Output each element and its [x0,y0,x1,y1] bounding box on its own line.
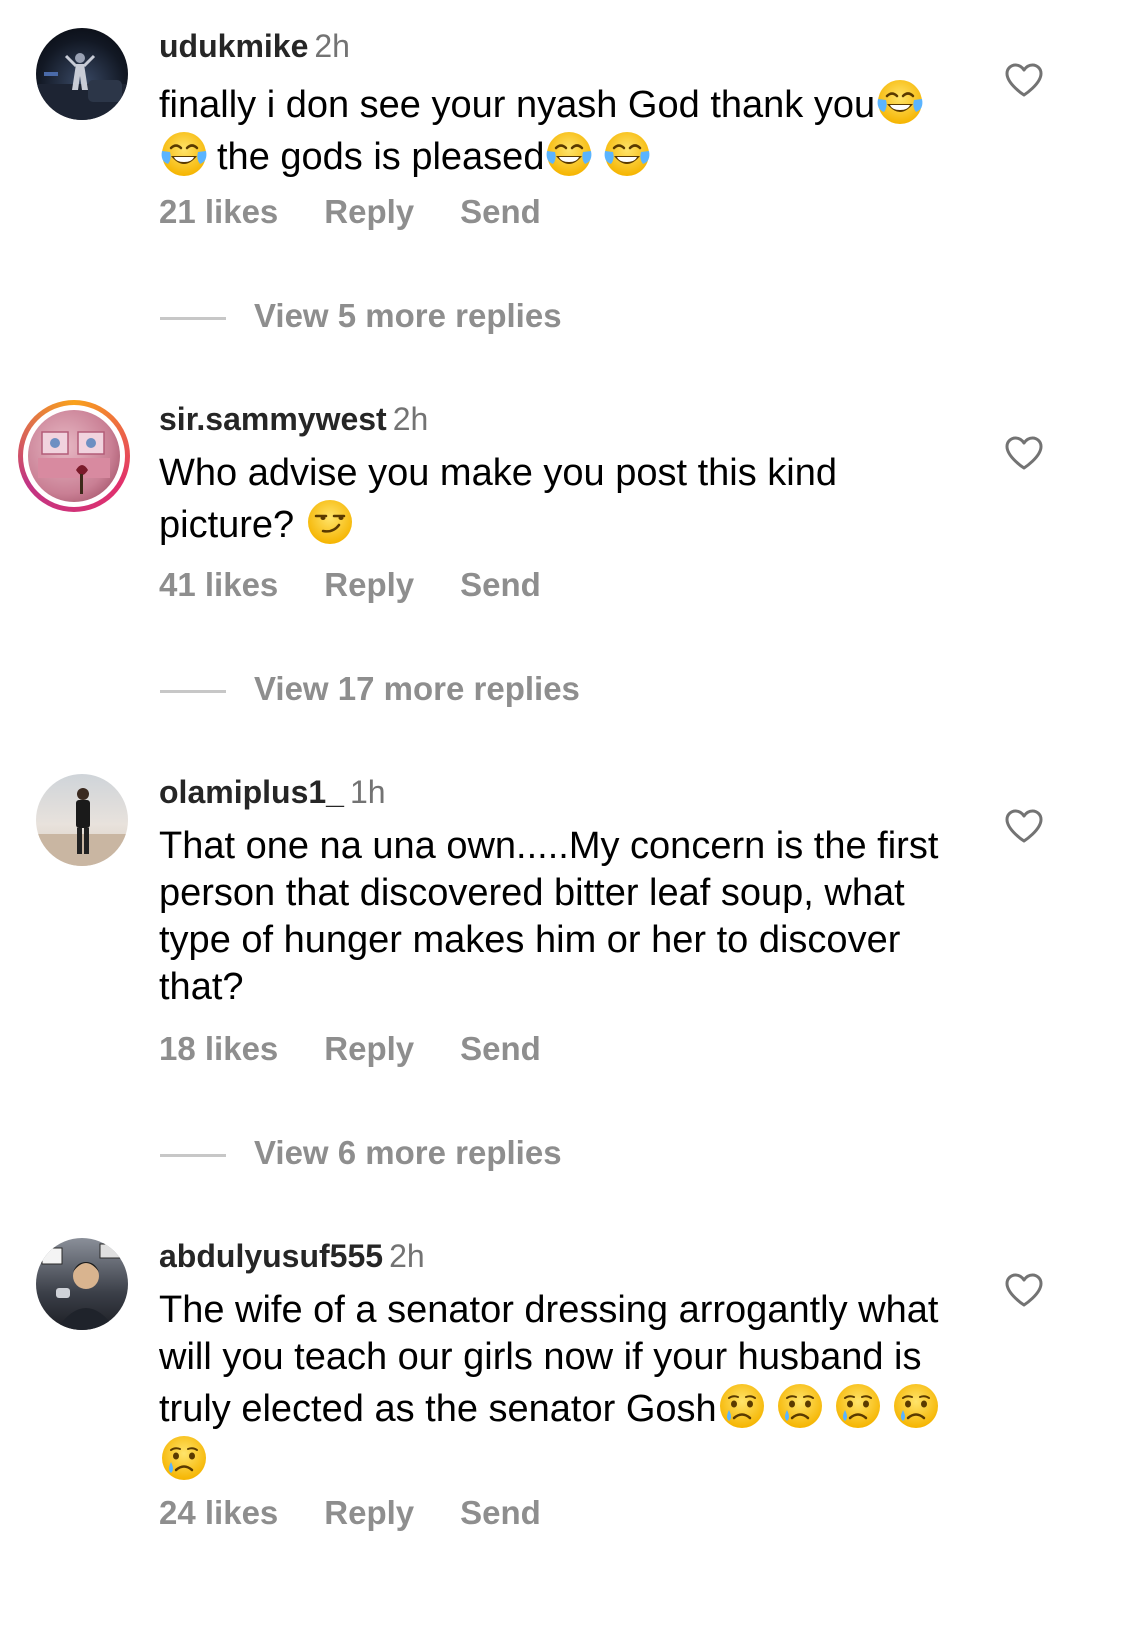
timestamp: 2h [389,1238,425,1274]
comment-text: finally i don see your nyash God thank y… [159,77,979,181]
username[interactable]: udukmike [159,28,308,64]
face-with-tears-of-joy-icon [544,129,594,179]
crying-face-icon [159,1433,209,1483]
crying-face-icon [717,1381,767,1431]
view-more-replies[interactable]: View 5 more replies [160,296,562,336]
reply-button[interactable]: Reply [324,1029,414,1069]
replies-divider [160,1153,226,1157]
crying-face-icon [775,1381,825,1431]
comment-text-part: Who advise you make you post this kind p… [159,452,838,546]
comment-actions: 18 likes Reply Send [159,1029,587,1069]
comment-actions: 24 likes Reply Send [159,1493,587,1533]
view-replies-label[interactable]: View 5 more replies [254,297,562,334]
crying-face-icon [891,1381,941,1431]
reply-button[interactable]: Reply [324,565,414,605]
replies-divider [160,689,226,693]
send-button[interactable]: Send [460,1493,541,1533]
send-button[interactable]: Send [460,1029,541,1069]
send-button[interactable]: Send [460,565,541,605]
avatar[interactable] [28,410,120,502]
view-more-replies[interactable]: View 17 more replies [160,669,580,709]
comment-text: That one na una own.....My concern is th… [159,825,939,1008]
avatar-image [38,431,110,494]
avatar-image [36,53,128,120]
crying-face-icon [833,1381,883,1431]
comment-text-part: finally i don see your nyash God thank y… [159,84,876,126]
comment-header: olamiplus1_ 1h [159,772,386,812]
comment-header: abdulyusuf555 2h [159,1236,425,1276]
smirking-face-icon [305,497,355,547]
comment-header: sir.sammywest 2h [159,399,428,439]
reply-button[interactable]: Reply [324,192,414,232]
likes-count[interactable]: 24 likes [159,1493,278,1533]
comment-actions: 21 likes Reply Send [159,192,587,232]
view-more-replies[interactable]: View 6 more replies [160,1133,562,1173]
avatar-image [36,788,128,866]
avatar[interactable] [36,28,128,120]
timestamp: 1h [349,774,386,810]
like-heart-icon[interactable] [1004,62,1044,98]
comment-text: The wife of a senator dressing arrogantl… [159,1287,959,1485]
send-button[interactable]: Send [460,192,541,232]
username[interactable]: olamiplus1_ [159,774,344,810]
face-with-tears-of-joy-icon [875,77,925,127]
avatar[interactable] [36,774,128,866]
username[interactable]: sir.sammywest [159,401,387,437]
view-replies-label[interactable]: View 6 more replies [254,1134,562,1171]
likes-count[interactable]: 21 likes [159,192,278,232]
timestamp: 2h [314,28,350,64]
story-ring[interactable] [18,400,130,512]
comment-header: udukmike 2h [159,26,350,66]
timestamp: 2h [392,401,429,437]
comment-text-part: the gods is pleased [217,136,545,178]
avatar-image [41,1243,121,1330]
face-with-tears-of-joy-icon [159,129,209,179]
face-with-tears-of-joy-icon [602,129,652,179]
likes-count[interactable]: 18 likes [159,1029,278,1069]
comment-actions: 41 likes Reply Send [159,565,587,605]
reply-button[interactable]: Reply [324,1493,414,1533]
like-heart-icon[interactable] [1004,435,1044,471]
like-heart-icon[interactable] [1004,808,1044,844]
like-heart-icon[interactable] [1004,1272,1044,1308]
view-replies-label[interactable]: View 17 more replies [254,670,580,707]
replies-divider [160,316,226,320]
likes-count[interactable]: 41 likes [159,565,278,605]
username[interactable]: abdulyusuf555 [159,1238,383,1274]
comment-text: Who advise you make you post this kind p… [159,450,979,549]
avatar[interactable] [36,1238,128,1330]
